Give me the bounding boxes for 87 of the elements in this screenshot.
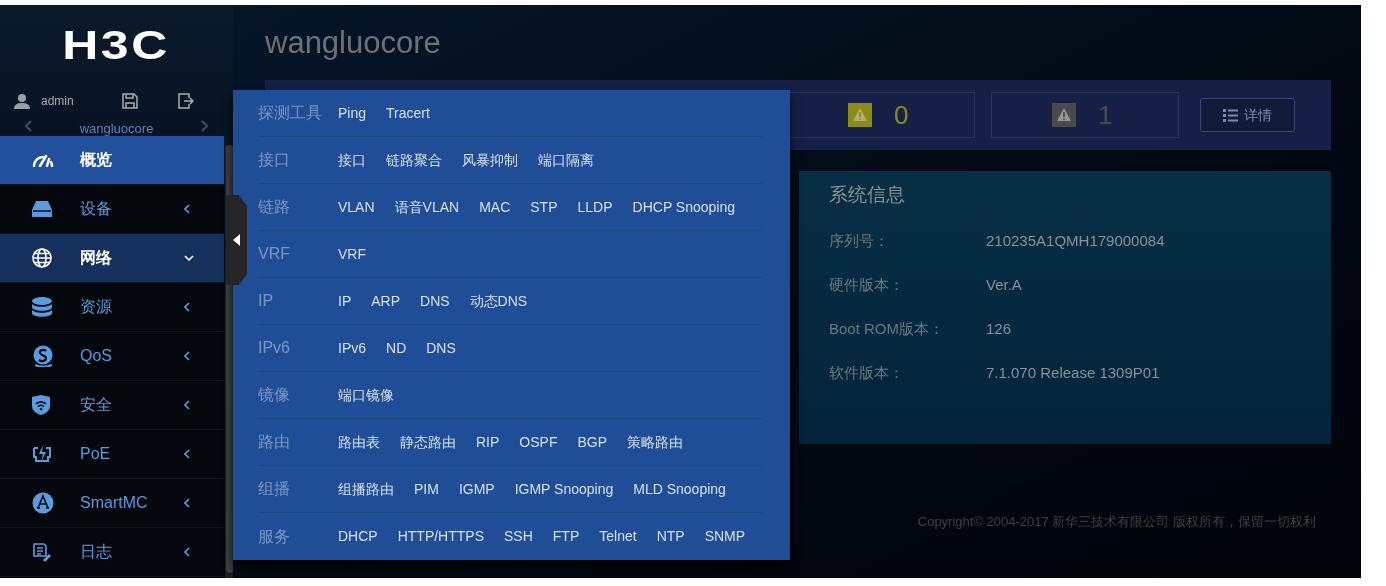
menu-link[interactable]: Ping [338,102,367,124]
menu-link[interactable]: STP [530,196,558,218]
menu-link[interactable]: 链路聚合 [386,149,442,171]
menu-link[interactable]: 策略路由 [627,431,684,453]
globe-icon [32,248,52,268]
nav-item[interactable]: 日志 [0,528,224,577]
logout-icon[interactable] [177,92,194,109]
menu-category: 链路 [258,197,291,217]
menu-category: 探测工具 [258,103,323,123]
menu-link[interactable]: MLD Snooping [633,478,726,500]
info-value: 210235A1QMH179000084 [986,230,1165,251]
h3c-logo: H3C [62,25,171,65]
info-label: 软件版本： [829,362,905,383]
menu-link[interactable]: ND [386,337,407,359]
menu-link[interactable]: LLDP [577,196,613,218]
menu-link[interactable]: 接口 [338,149,366,171]
alarm-count: 0 [894,102,910,128]
nav-item[interactable]: 资源 [0,283,224,332]
save-icon[interactable] [121,92,138,109]
nav-item[interactable]: 安全 [0,381,224,430]
power-port-icon [32,444,52,464]
nav-item[interactable]: 网络 [0,234,224,283]
menu-link[interactable]: 语音VLAN [394,196,460,218]
menu-link[interactable]: DHCP [338,526,378,547]
shield-icon [32,395,50,415]
menu-link[interactable]: DNS [420,290,450,312]
menu-link[interactable]: IP [338,290,352,312]
menu-link[interactable]: SSH [504,526,533,547]
menu-link[interactable]: DHCP Snooping [632,196,736,218]
letter-a-icon [32,492,54,514]
menu-link[interactable]: 动态DNS [469,290,528,312]
menu-link[interactable]: ARP [371,290,401,312]
pointer-icon [233,234,240,246]
menu-category: 路由 [258,432,291,452]
menu-link[interactable]: 组播路由 [338,478,394,500]
menu-link[interactable]: DNS [426,337,456,359]
card-title: 系统信息 [829,183,906,207]
menu-link[interactable]: VLAN [338,196,375,218]
nav-item[interactable]: 概览 [0,136,224,185]
qos-icon [32,345,54,367]
next-icon[interactable] [201,120,209,132]
menu-link[interactable]: RIP [476,431,500,453]
menu-category: 服务 [258,526,291,547]
menu-category: 接口 [258,150,291,170]
menu-link[interactable]: 端口隔离 [538,149,594,171]
details-button[interactable]: 详情 [1200,98,1295,132]
menu-link[interactable]: VRF [338,243,366,265]
previous-icon[interactable] [24,120,32,132]
info-label: 硬件版本： [829,274,905,295]
nav-item[interactable]: QoS [0,332,224,381]
menu-category: IP [258,291,275,311]
device-name: wangluocore [79,121,154,135]
info-value: 126 [986,318,1012,339]
menu-link[interactable]: 路由表 [338,431,380,453]
drive-icon [32,201,52,217]
nav-item[interactable]: 设备 [0,185,224,234]
info-label: Boot ROM版本： [829,318,946,339]
database-icon [32,297,52,317]
page-title: wangluocore [265,27,441,58]
menu-link[interactable]: NTP [656,526,685,547]
menu-link[interactable]: BGP [577,431,608,453]
menu-link[interactable]: IPv6 [338,337,366,359]
list-icon [1223,108,1238,122]
username: admin [41,92,74,110]
menu-category: IPv6 [258,338,291,358]
menu-link[interactable]: Telnet [599,526,637,547]
menu-link[interactable]: 静态路由 [400,431,456,453]
info-value: Ver.A [986,274,1022,295]
menu-category: 组播 [258,479,291,499]
menu-link[interactable]: 端口镜像 [338,384,394,406]
user-icon [14,92,30,109]
menu-link[interactable]: HTTP/HTTPS [397,526,484,547]
speedometer-icon [32,153,54,167]
info-value: 7.1.070 Release 1309P01 [986,362,1160,383]
menu-link[interactable]: Tracert [386,102,430,124]
menu-category: VRF [258,244,291,264]
menu-link[interactable]: IGMP [458,478,495,500]
info-label: 序列号： [829,230,890,251]
menu-category: 镜像 [258,385,291,405]
menu-link[interactable]: PIM [414,478,439,500]
menu-link[interactable]: OSPF [519,431,558,453]
menu-link[interactable]: FTP [552,526,580,547]
menu-link[interactable]: 风暴抑制 [462,149,518,171]
menu-link[interactable]: MAC [479,196,511,218]
log-icon [32,542,52,562]
menu-link[interactable]: IGMP Snooping [514,478,614,500]
menu-link[interactable]: SNMP [704,526,746,547]
